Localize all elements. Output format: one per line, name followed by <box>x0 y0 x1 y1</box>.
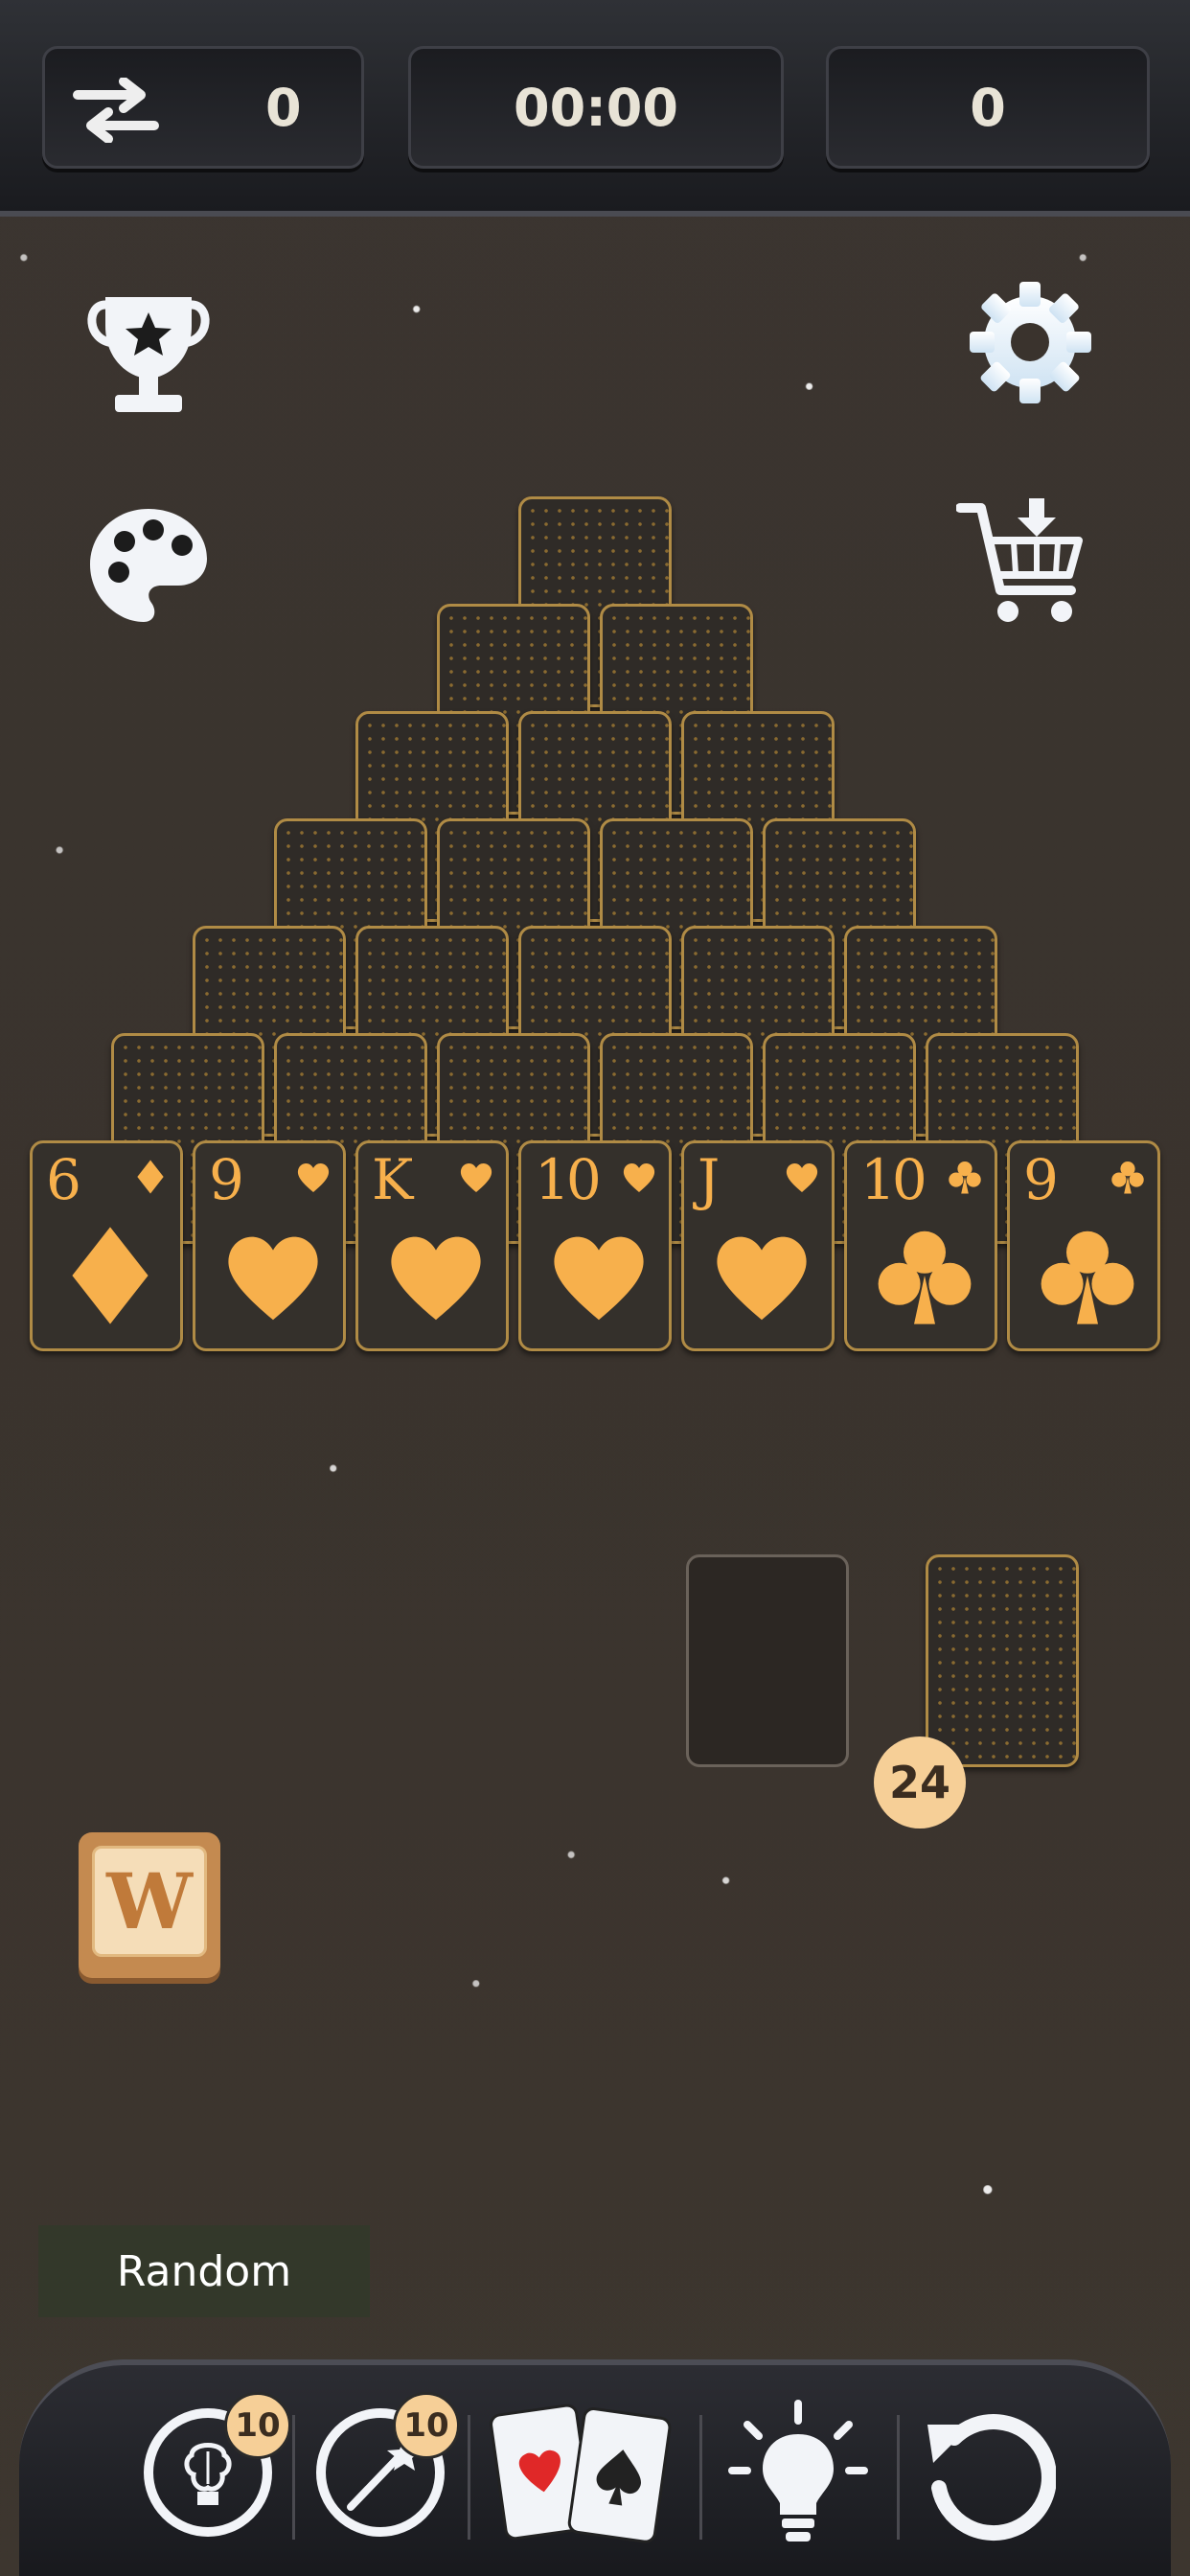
lightbulb-icon <box>728 2400 868 2542</box>
playing-card[interactable]: 9 <box>1007 1140 1160 1351</box>
club-icon <box>949 1162 981 1194</box>
stock-pile[interactable] <box>926 1554 1079 1767</box>
hint-badge: 10 <box>224 2392 291 2459</box>
top-bar: 0 00:00 0 <box>0 0 1190 217</box>
card-rank: J <box>698 1147 720 1212</box>
moves-value: 0 <box>265 77 302 138</box>
card-style-button[interactable] <box>487 2396 678 2549</box>
playing-card[interactable]: 10 <box>518 1140 672 1351</box>
toolbar-divider <box>699 2415 702 2540</box>
heart-icon <box>228 1236 318 1321</box>
score-value: 0 <box>970 77 1006 138</box>
deal-mode-label: Random <box>38 2225 370 2317</box>
playing-card[interactable]: 9 <box>193 1140 346 1351</box>
heart-icon <box>554 1236 644 1321</box>
word-game-tile[interactable]: W <box>79 1832 220 1978</box>
club-icon <box>878 1230 972 1324</box>
undo-button[interactable] <box>912 2396 1057 2549</box>
heart-icon <box>786 1163 818 1192</box>
cart-icon[interactable] <box>956 498 1090 632</box>
score-counter: 0 <box>826 46 1150 169</box>
gear-icon[interactable] <box>966 278 1095 407</box>
card-rank: 9 <box>209 1147 244 1212</box>
heart-icon <box>297 1163 330 1192</box>
palette-icon[interactable] <box>86 503 211 628</box>
timer: 00:00 <box>408 46 784 169</box>
trophy-icon[interactable] <box>86 288 211 422</box>
toolbar-divider <box>468 2415 470 2540</box>
card-rank: 10 <box>860 1147 927 1212</box>
swap-arrows-icon <box>73 78 159 143</box>
club-icon <box>1041 1230 1134 1324</box>
undo-icon <box>927 2414 1057 2542</box>
diamond-icon <box>72 1227 149 1324</box>
word-tile-letter: W <box>92 1846 207 1957</box>
stock-count-badge: 24 <box>874 1736 966 1828</box>
card-rank: 10 <box>535 1147 602 1212</box>
card-rank: 9 <box>1023 1147 1059 1212</box>
playing-card[interactable]: J <box>681 1140 835 1351</box>
club-icon <box>1111 1162 1144 1194</box>
toolbar-divider <box>897 2415 900 2540</box>
heart-icon <box>717 1236 807 1321</box>
card-rank: K <box>372 1147 413 1212</box>
playing-card[interactable]: 10 <box>844 1140 997 1351</box>
waste-slot[interactable] <box>686 1554 849 1767</box>
heart-icon <box>391 1236 481 1321</box>
moves-counter: 0 <box>42 46 364 169</box>
playing-card[interactable]: K <box>355 1140 509 1351</box>
diamond-icon <box>137 1160 164 1194</box>
toolbar-divider <box>292 2415 295 2540</box>
playing-card[interactable]: 6 <box>30 1140 183 1351</box>
cards-icon <box>490 2404 672 2543</box>
timer-value: 00:00 <box>514 77 678 138</box>
card-rank: 6 <box>46 1147 81 1212</box>
heart-icon <box>623 1163 655 1192</box>
hint-button[interactable] <box>726 2396 870 2549</box>
heart-icon <box>460 1163 492 1192</box>
wand-badge: 10 <box>393 2392 460 2459</box>
